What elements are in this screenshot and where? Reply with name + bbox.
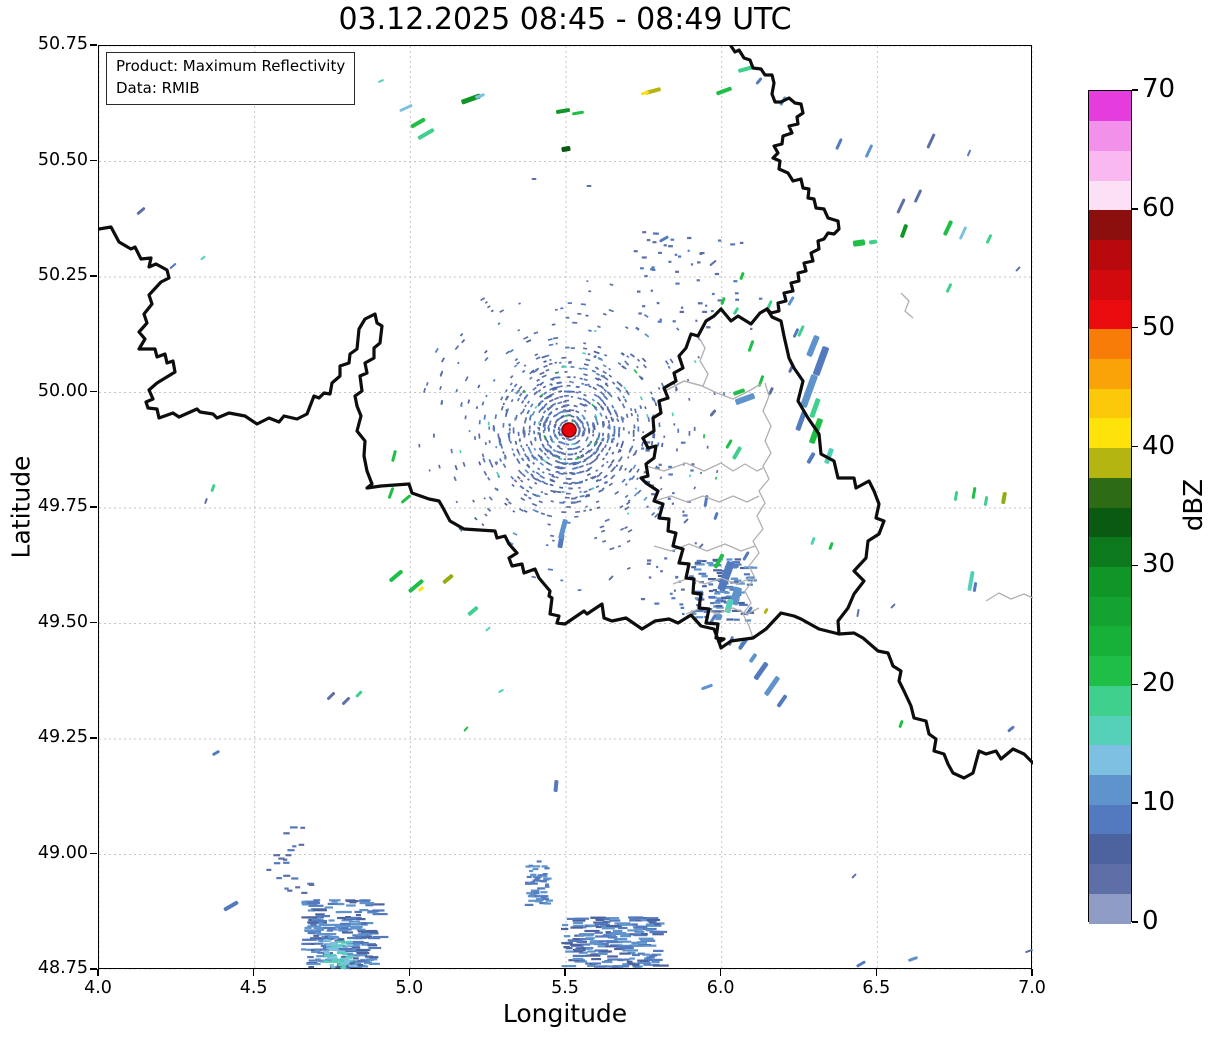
colorbar-segment: [1089, 715, 1131, 746]
colorbar-tick-label: 60: [1142, 192, 1176, 223]
y-tick-mark: [90, 159, 97, 162]
colorbar-segment: [1089, 833, 1131, 865]
y-tick-mark: [90, 390, 97, 393]
colorbar-segment: [1089, 91, 1131, 122]
colorbar-tick-label: 0: [1142, 906, 1159, 936]
colorbar-tick-mark: [1132, 208, 1138, 210]
x-tick-mark: [719, 969, 722, 976]
y-tick-label: 50.75: [37, 34, 88, 54]
x-tick-label: 6.5: [862, 978, 891, 998]
y-tick-label: 49.00: [37, 842, 88, 863]
y-tick-mark: [90, 621, 97, 624]
colorbar-segment: [1089, 388, 1131, 419]
colorbar-tick-mark: [1132, 326, 1138, 329]
colorbar-segment: [1089, 893, 1131, 924]
radar-figure: 03.12.2025 08:45 - 08:49 UTC Product: Ma…: [0, 0, 1219, 1040]
colorbar: [1088, 90, 1132, 924]
colorbar-segment: [1089, 507, 1131, 538]
y-tick-mark: [90, 506, 97, 508]
x-tick-label: 5.0: [395, 978, 424, 998]
x-tick-label: 4.5: [239, 978, 268, 998]
y-tick-label: 48.75: [37, 958, 88, 978]
colorbar-segment: [1089, 150, 1131, 181]
colorbar-segment: [1089, 655, 1131, 686]
colorbar-segment: [1089, 625, 1131, 657]
radar-map-canvas: [99, 46, 1033, 970]
colorbar-segment: [1089, 328, 1131, 360]
product-info-box: Product: Maximum Reflectivity Data: RMIB: [106, 52, 356, 105]
y-tick-label: 50.00: [37, 380, 88, 401]
colorbar-segment: [1089, 804, 1131, 835]
colorbar-segment: [1089, 299, 1131, 330]
colorbar-segment: [1089, 209, 1131, 241]
data-source-label: Data: RMIB: [116, 78, 200, 97]
colorbar-segment: [1089, 566, 1131, 597]
x-tick-label: 5.5: [551, 978, 579, 998]
colorbar-segment: [1089, 774, 1131, 805]
colorbar-tick-mark: [1132, 445, 1138, 448]
colorbar-segment: [1089, 417, 1131, 449]
colorbar-tick-label: 70: [1142, 74, 1176, 104]
y-tick-label: 49.50: [37, 611, 88, 632]
y-tick-label: 49.75: [37, 496, 88, 516]
colorbar-segment: [1089, 239, 1131, 270]
y-tick-label: 49.25: [37, 727, 88, 747]
map-plot-area: [98, 45, 1033, 970]
x-tick-mark: [97, 969, 99, 976]
y-tick-mark: [90, 737, 97, 739]
colorbar-segment: [1089, 536, 1131, 568]
colorbar-tick-mark: [1132, 564, 1138, 567]
colorbar-segment: [1089, 269, 1131, 300]
colorbar-segment: [1089, 120, 1131, 152]
colorbar-segment: [1089, 447, 1131, 478]
x-axis-label: Longitude: [502, 999, 628, 1028]
y-tick-label: 50.50: [37, 149, 88, 170]
colorbar-segment: [1089, 863, 1131, 894]
colorbar-segment: [1089, 685, 1131, 716]
colorbar-tick-label: 10: [1142, 787, 1176, 818]
x-tick-mark: [1031, 969, 1033, 976]
colorbar-tick-label: 50: [1142, 311, 1176, 342]
colorbar-tick-mark: [1132, 683, 1138, 686]
colorbar-segment: [1089, 744, 1131, 776]
colorbar-tick-mark: [1132, 921, 1138, 923]
colorbar-segment: [1089, 358, 1131, 389]
colorbar-segment: [1089, 596, 1131, 627]
page-title: 03.12.2025 08:45 - 08:49 UTC: [338, 2, 792, 37]
x-tick-label: 4.0: [84, 978, 112, 998]
colorbar-segment: [1089, 180, 1131, 211]
y-tick-mark: [90, 275, 97, 277]
y-tick-mark: [90, 968, 97, 970]
x-tick-mark: [252, 969, 255, 976]
x-tick-label: 7.0: [1018, 978, 1046, 998]
product-label: Product: Maximum Reflectivity: [116, 57, 346, 75]
colorbar-label: dBZ: [1179, 478, 1209, 532]
x-tick-mark: [564, 969, 566, 976]
y-tick-mark: [90, 852, 97, 855]
colorbar-tick-label: 40: [1142, 430, 1176, 461]
x-tick-label: 6.0: [706, 978, 735, 998]
y-tick-label: 50.25: [37, 265, 88, 285]
colorbar-tick-mark: [1132, 802, 1138, 804]
y-tick-mark: [90, 44, 97, 46]
x-tick-mark: [408, 969, 411, 976]
colorbar-tick-label: 30: [1142, 549, 1176, 580]
colorbar-tick-mark: [1132, 89, 1138, 91]
x-tick-mark: [875, 969, 878, 976]
colorbar-tick-label: 20: [1142, 668, 1176, 699]
colorbar-segment: [1089, 477, 1131, 508]
